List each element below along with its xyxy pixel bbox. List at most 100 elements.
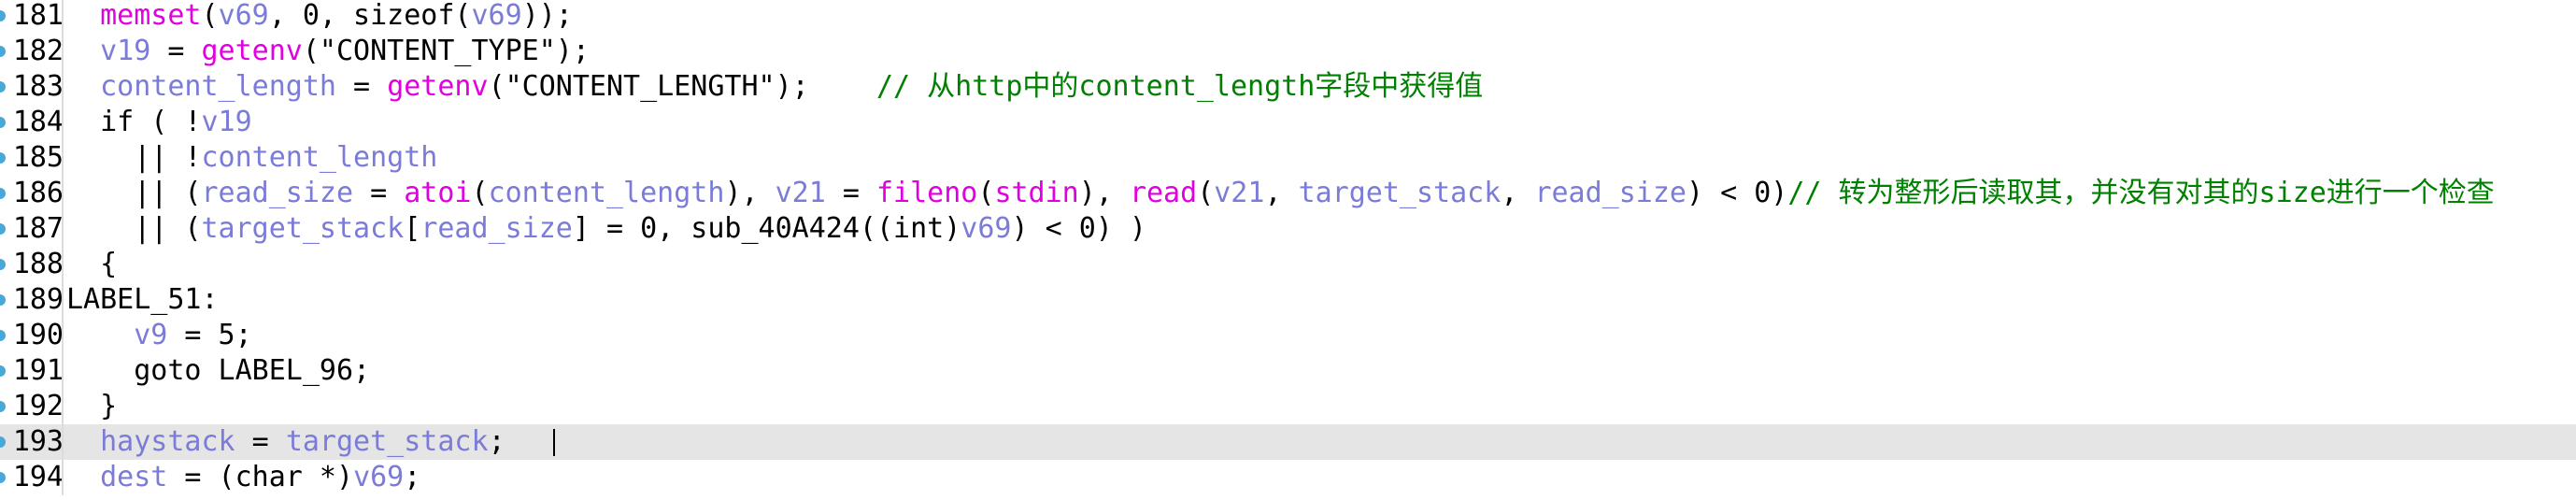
code-text[interactable]: dest = (char *)v69; <box>66 460 420 495</box>
gutter-separator <box>62 105 64 140</box>
code-token-plain: , <box>1501 177 1535 209</box>
code-token-plain: = <box>336 70 388 103</box>
code-line-194[interactable]: 194 dest = (char *)v69; <box>0 460 2576 495</box>
code-token-plain: = 5; <box>167 319 252 351</box>
code-line-186[interactable]: 186 || (read_size = atoi(content_length)… <box>0 176 2576 211</box>
gutter-marker-icon <box>0 81 6 93</box>
code-token-var: target_stack <box>285 425 489 458</box>
code-token-var: content_length <box>100 70 336 103</box>
code-line-185[interactable]: 185 || !content_length <box>0 140 2576 176</box>
code-token-plain: ), <box>1078 177 1130 209</box>
line-number: 190 <box>12 319 64 351</box>
gutter-separator <box>62 353 64 389</box>
code-token-plain: ), <box>724 177 776 209</box>
code-token-var: target_stack <box>201 212 405 245</box>
code-token-var: content_length <box>488 177 725 209</box>
code-token-plain: ( <box>977 177 995 209</box>
gutter-marker-icon <box>0 330 6 341</box>
code-line-181[interactable]: 181 memset(v69, 0, sizeof(v69)); <box>0 0 2576 34</box>
code-token-plain: ; <box>404 461 421 493</box>
code-token-plain: goto LABEL_96; <box>66 354 371 387</box>
gutter-marker-icon <box>0 46 6 57</box>
code-line-187[interactable]: 187 || (target_stack[read_size] = 0, sub… <box>0 211 2576 247</box>
line-number: 184 <box>12 106 64 138</box>
code-line-188[interactable]: 188 { <box>0 247 2576 282</box>
line-number: 185 <box>12 141 64 174</box>
code-token-var: read_size <box>201 177 354 209</box>
code-line-191[interactable]: 191 goto LABEL_96; <box>0 353 2576 389</box>
code-text[interactable]: content_length = getenv("CONTENT_LENGTH"… <box>66 69 1483 105</box>
code-line-193[interactable]: 193 haystack = target_stack; <box>0 424 2576 460</box>
line-number: 191 <box>12 354 64 387</box>
gutter-separator <box>62 34 64 69</box>
code-token-func: atoi <box>404 177 472 209</box>
gutter-marker-icon <box>0 10 6 21</box>
code-token-var: v19 <box>201 106 252 138</box>
gutter-marker-icon <box>0 152 6 164</box>
line-number: 189 <box>12 283 64 316</box>
code-text[interactable]: } <box>66 389 117 424</box>
gutter-marker-icon <box>0 117 6 128</box>
code-text[interactable]: v9 = 5; <box>66 318 252 353</box>
code-token-plain: = (char *) <box>167 461 354 493</box>
code-line-190[interactable]: 190 v9 = 5; <box>0 318 2576 353</box>
code-token-var: dest <box>100 461 168 493</box>
gutter-marker-icon <box>0 436 6 448</box>
code-token-cmt: // 转为整形后读取其，并没有对其的size进行一个检查 <box>1787 177 2495 209</box>
gutter-marker-icon <box>0 472 6 483</box>
code-line-192[interactable]: 192 } <box>0 389 2576 424</box>
code-text[interactable]: { <box>66 247 117 282</box>
code-token-plain: ("CONTENT_TYPE"); <box>302 35 590 67</box>
code-token-plain: = <box>353 177 405 209</box>
code-token-var: content_length <box>201 141 438 174</box>
code-line-184[interactable]: 184 if ( !v19 <box>0 105 2576 140</box>
code-text[interactable]: || (target_stack[read_size] = 0, sub_40A… <box>66 211 1146 247</box>
code-token-plain: if ( ! <box>66 106 202 138</box>
code-token-var: v21 <box>1214 177 1265 209</box>
code-line-182[interactable]: 182 v19 = getenv("CONTENT_TYPE"); <box>0 34 2576 69</box>
code-text[interactable]: || (read_size = atoi(content_length), v2… <box>66 176 2495 211</box>
code-token-plain: ( <box>1197 177 1215 209</box>
gutter-marker-icon <box>0 401 6 412</box>
gutter-separator <box>62 424 64 460</box>
code-token-var: v21 <box>775 177 826 209</box>
code-token-plain: || ( <box>66 212 202 245</box>
code-token-plain: LABEL_51: <box>66 283 219 316</box>
line-number: 187 <box>12 212 64 245</box>
code-token-plain: ( <box>201 0 219 32</box>
code-line-189[interactable]: 189 LABEL_51: <box>0 282 2576 318</box>
code-text[interactable]: if ( !v19 <box>66 105 252 140</box>
code-token-func: getenv <box>387 70 489 103</box>
code-token-plain: { <box>66 248 118 280</box>
gutter-separator <box>62 176 64 211</box>
code-token-var: haystack <box>100 425 235 458</box>
gutter-separator <box>62 318 64 353</box>
code-token-func: read <box>1129 177 1198 209</box>
code-token-func: getenv <box>201 35 303 67</box>
code-token-func: fileno <box>876 177 978 209</box>
code-line-183[interactable]: 183 content_length = getenv("CONTENT_LEN… <box>0 69 2576 105</box>
gutter-separator <box>62 211 64 247</box>
code-token-plain: ) < 0) ) <box>1011 212 1146 245</box>
gutter-separator <box>62 282 64 318</box>
line-number: 192 <box>12 390 64 422</box>
code-text[interactable]: v19 = getenv("CONTENT_TYPE"); <box>66 34 590 69</box>
code-text[interactable]: memset(v69, 0, sizeof(v69)); <box>66 0 573 34</box>
code-token-plain: = <box>825 177 876 209</box>
code-token-plain: ; <box>488 425 505 458</box>
code-token-var: v69 <box>218 0 269 32</box>
code-token-plain: = <box>150 35 202 67</box>
code-text[interactable]: haystack = target_stack; <box>66 424 505 460</box>
pseudocode-editor[interactable]: 181 memset(v69, 0, sizeof(v69)); 182 v19 … <box>0 0 2576 500</box>
code-text[interactable]: LABEL_51: <box>66 282 219 318</box>
gutter-marker-icon <box>0 188 6 199</box>
code-token-var: v69 <box>471 0 522 32</box>
line-number: 194 <box>12 461 64 493</box>
line-number: 182 <box>12 35 64 67</box>
code-text[interactable]: goto LABEL_96; <box>66 353 370 389</box>
code-text[interactable]: || !content_length <box>66 140 437 176</box>
